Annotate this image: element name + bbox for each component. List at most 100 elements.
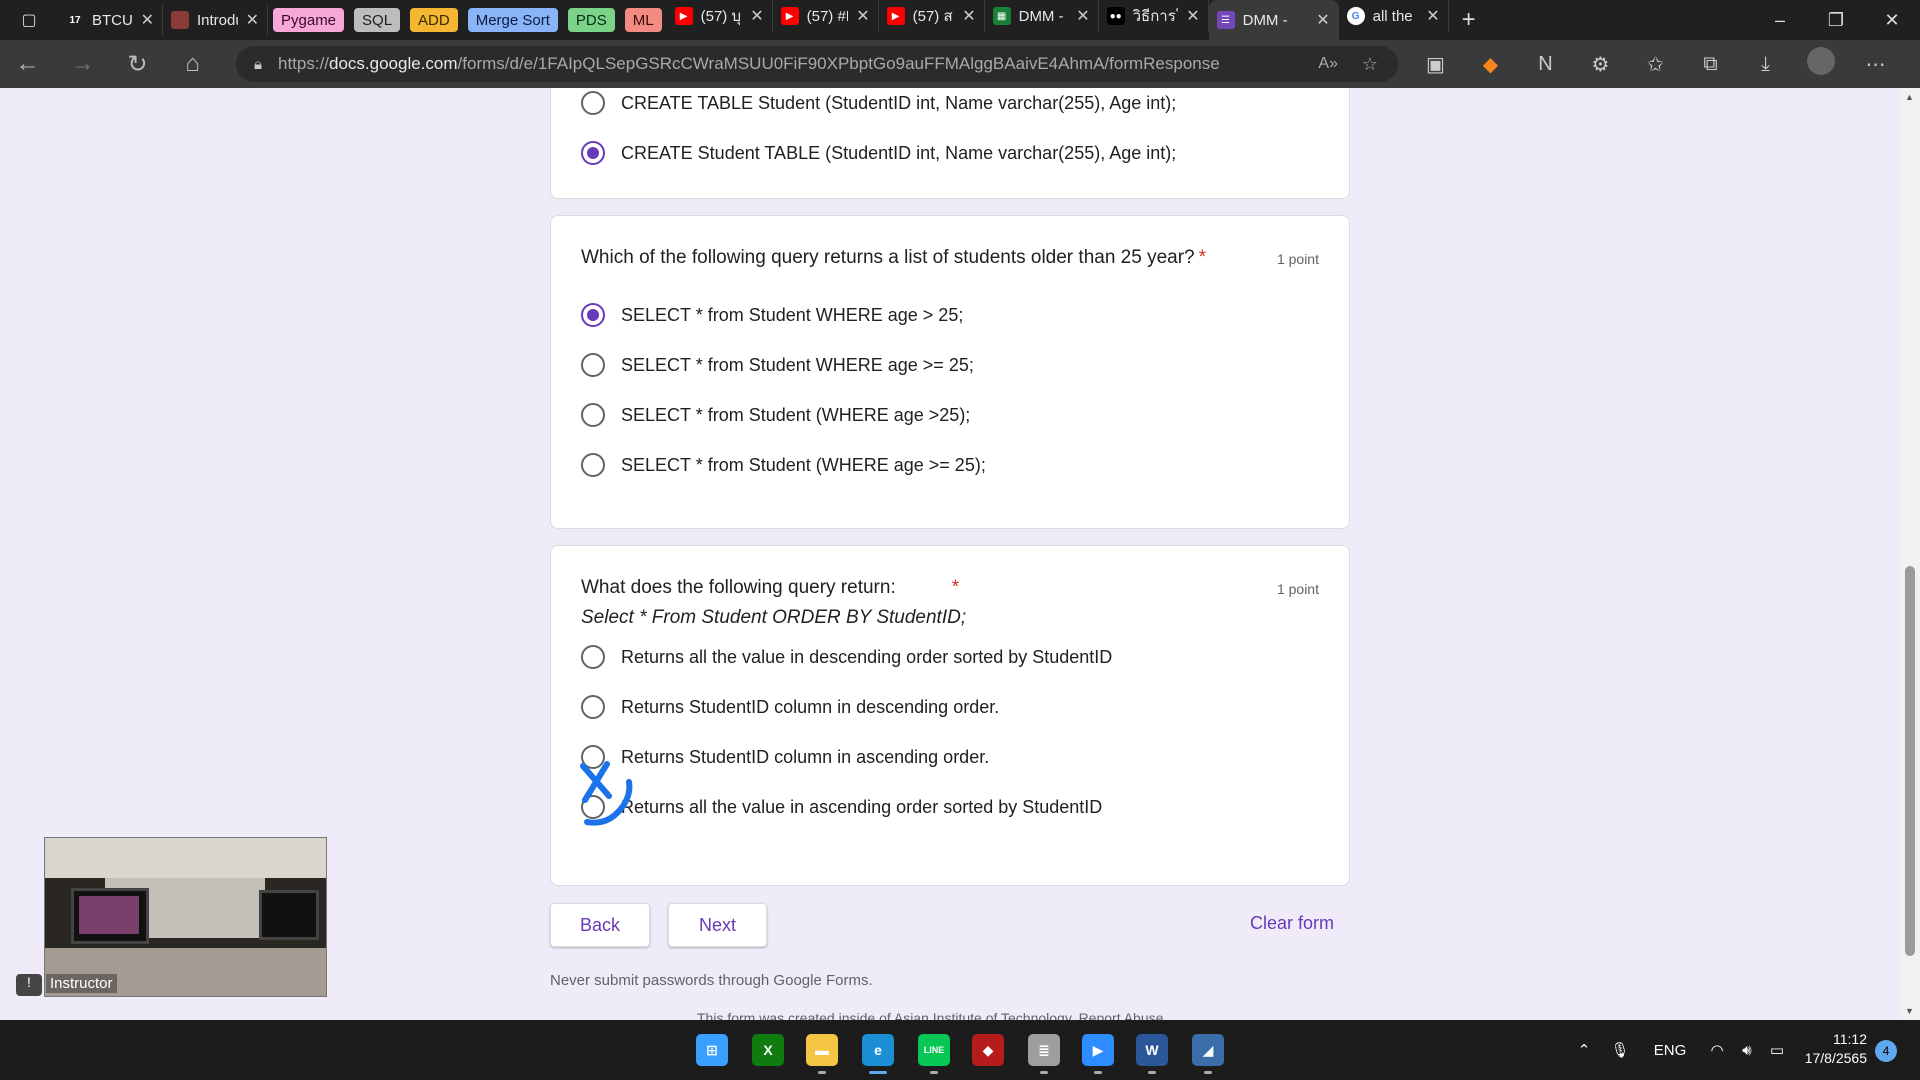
- radio-button[interactable]: [581, 695, 605, 719]
- tab-group-label[interactable]: Pygame: [273, 8, 345, 32]
- radio-button[interactable]: [581, 91, 605, 115]
- option-2[interactable]: SELECT * from Student WHERE age >= 25;: [581, 350, 974, 380]
- next-button[interactable]: Next: [668, 903, 767, 947]
- medium-icon: ●●: [1106, 7, 1125, 25]
- browser-tab[interactable]: ▦ DMM - ✕: [985, 0, 1099, 32]
- close-tab-icon[interactable]: ✕: [1186, 6, 1199, 26]
- instructor-webcam[interactable]: [44, 837, 327, 997]
- start-icon[interactable]: ⊞: [696, 1034, 728, 1066]
- read-aloud-icon[interactable]: A»: [1318, 55, 1338, 73]
- browser-tab[interactable]: Introdu ✕: [163, 4, 268, 36]
- line-icon[interactable]: LINE: [918, 1034, 950, 1066]
- scroll-down-icon[interactable]: ▼: [1905, 1006, 1914, 1016]
- tab-group-label[interactable]: PDS: [567, 8, 615, 32]
- browser-tab[interactable]: ☰ DMM - ✕: [1208, 0, 1339, 40]
- scroll-up-icon[interactable]: ▲: [1905, 92, 1914, 102]
- close-tab-icon[interactable]: ✕: [1316, 10, 1329, 30]
- database-icon[interactable]: ≣: [1028, 1034, 1060, 1066]
- browser-tab[interactable]: 17 BTCUSI ✕: [58, 4, 163, 36]
- lock-icon[interactable]: 🔒︎: [254, 56, 262, 73]
- scroll-thumb[interactable]: [1905, 566, 1915, 956]
- chevron-up-icon[interactable]: ⌃: [1566, 1041, 1602, 1059]
- feedback-icon[interactable]: !: [16, 974, 42, 996]
- back-button[interactable]: Back: [550, 903, 650, 947]
- browser-tab[interactable]: Gall the ✕: [1339, 0, 1449, 32]
- page-scrollbar[interactable]: ▲ ▼: [1900, 88, 1920, 1020]
- collections-icon[interactable]: ⧉: [1683, 53, 1738, 76]
- add-favorite-icon[interactable]: ☆: [1362, 54, 1378, 75]
- browser-tab[interactable]: ●● วิธีการใ ✕: [1099, 0, 1209, 32]
- tab-actions-icon[interactable]: ▢: [0, 0, 58, 40]
- new-tab-button[interactable]: +: [1449, 6, 1489, 34]
- google-icon: G: [1346, 7, 1365, 25]
- refresh-icon[interactable]: ↻: [110, 50, 165, 79]
- notification-badge[interactable]: 4: [1875, 1040, 1897, 1062]
- file-explorer-icon[interactable]: ▬: [806, 1034, 838, 1066]
- system-tray: ⌃ 🎙︎ ENG ◠ 🔊︎ ▭: [1566, 1020, 1792, 1080]
- option-4[interactable]: Returns all the value in ascending order…: [581, 792, 1102, 822]
- password-warning: Never submit passwords through Google Fo…: [550, 972, 873, 989]
- clear-form-button[interactable]: Clear form: [1250, 913, 1334, 934]
- option-4[interactable]: SELECT * from Student (WHERE age >= 25);: [581, 450, 986, 480]
- app-red-icon[interactable]: ◆: [972, 1034, 1004, 1066]
- zoom-icon[interactable]: ▶: [1082, 1034, 1114, 1066]
- tab-group-label[interactable]: SQL: [354, 8, 401, 32]
- favorites-icon[interactable]: ✩: [1628, 52, 1683, 77]
- close-tab-icon[interactable]: ✕: [962, 6, 975, 26]
- url-prefix: https://: [277, 54, 330, 73]
- back-icon[interactable]: ←: [0, 50, 55, 78]
- close-tab-icon[interactable]: ✕: [750, 6, 763, 26]
- battery-icon[interactable]: ▭: [1762, 1041, 1792, 1059]
- option-1[interactable]: SELECT * from Student WHERE age > 25;: [581, 300, 963, 330]
- notion-icon[interactable]: N: [1518, 53, 1573, 76]
- extensions-icon[interactable]: ⚙: [1573, 52, 1628, 77]
- vm-icon[interactable]: ◢: [1192, 1034, 1224, 1066]
- close-tab-icon[interactable]: ✕: [141, 10, 154, 30]
- word-icon[interactable]: W: [1136, 1034, 1168, 1066]
- tab-title: BTCUSI: [92, 11, 133, 29]
- language-indicator[interactable]: ENG: [1638, 1042, 1702, 1059]
- downloads-icon[interactable]: ⤓: [1738, 53, 1793, 76]
- home-icon[interactable]: ⌂: [165, 50, 220, 78]
- metamask-icon[interactable]: ◆: [1463, 52, 1518, 77]
- wifi-icon[interactable]: ◠: [1702, 1041, 1732, 1059]
- address-bar[interactable]: 🔒︎ https://docs.google.com/forms/d/e/1FA…: [236, 46, 1398, 82]
- radio-button[interactable]: [581, 645, 605, 669]
- option-2[interactable]: Returns StudentID column in descending o…: [581, 692, 999, 722]
- forward-icon[interactable]: →: [55, 50, 110, 78]
- running-indicator: [1204, 1071, 1212, 1074]
- radio-button-selected[interactable]: [581, 303, 605, 327]
- radio-button[interactable]: [581, 403, 605, 427]
- tab-group-label[interactable]: ML: [624, 8, 662, 32]
- close-tab-icon[interactable]: ✕: [246, 10, 259, 30]
- question-card-2: What does the following query return: * S…: [550, 545, 1350, 886]
- option-3[interactable]: SELECT * from Student (WHERE age >25);: [581, 400, 970, 430]
- option-1[interactable]: Returns all the value in descending orde…: [581, 642, 1112, 672]
- close-tab-icon[interactable]: ✕: [1426, 6, 1439, 26]
- close-tab-icon[interactable]: ✕: [1076, 6, 1089, 26]
- profile-avatar[interactable]: [1793, 47, 1848, 81]
- clock[interactable]: 11:12 17/8/2565: [1795, 1030, 1867, 1068]
- radio-button[interactable]: [581, 353, 605, 377]
- option-previous-1[interactable]: CREATE TABLE Student (StudentID int, Nam…: [581, 88, 1176, 118]
- more-menu-icon[interactable]: ⋯: [1848, 52, 1903, 77]
- browser-tab[interactable]: ▶ (57) #B ✕: [773, 0, 879, 32]
- radio-button-selected[interactable]: [581, 141, 605, 165]
- tab-group-label[interactable]: Merge Sort: [467, 8, 558, 32]
- split-screen-icon[interactable]: ▣: [1408, 52, 1463, 77]
- close-window-icon[interactable]: ✕: [1864, 10, 1920, 31]
- option-label: Returns all the value in descending orde…: [621, 646, 1113, 667]
- minimize-icon[interactable]: –: [1752, 10, 1808, 31]
- close-tab-icon[interactable]: ✕: [856, 6, 869, 26]
- microphone-icon[interactable]: 🎙︎: [1602, 1041, 1638, 1059]
- edge-icon[interactable]: e: [862, 1034, 894, 1066]
- volume-icon[interactable]: 🔊︎: [1732, 1042, 1762, 1059]
- tab-title: Introdu: [197, 11, 238, 29]
- tab-group-label[interactable]: ADD: [410, 8, 458, 32]
- browser-tab[interactable]: ▶ (57) บุก ✕: [667, 0, 773, 32]
- browser-tab[interactable]: ▶ (57) สอ ✕: [879, 0, 985, 32]
- option-previous-2[interactable]: CREATE Student TABLE (StudentID int, Nam…: [581, 138, 1176, 168]
- xbox-icon[interactable]: X: [752, 1034, 784, 1066]
- radio-button[interactable]: [581, 453, 605, 477]
- restore-icon[interactable]: ❐: [1808, 10, 1864, 31]
